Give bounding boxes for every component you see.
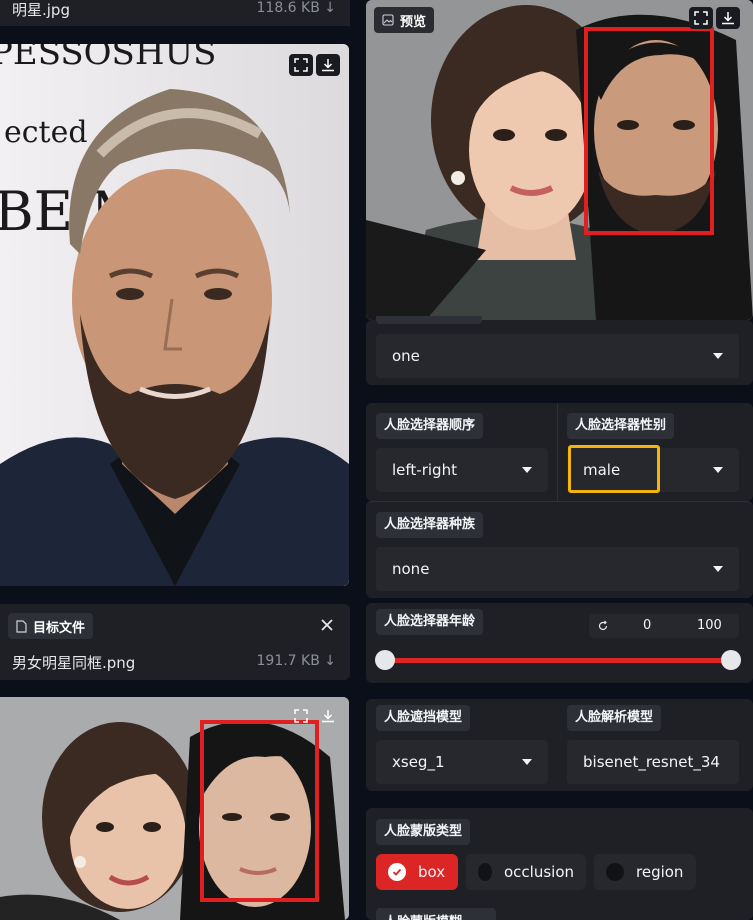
fullscreen-button[interactable]: [289, 54, 313, 76]
age-min-input[interactable]: 0: [643, 618, 651, 633]
face-selector-gender-label: 人脸选择器性别: [567, 413, 675, 439]
preview-panel: 预览: [366, 0, 753, 320]
next-section-label-text: 人脸蒙版模糊: [376, 908, 496, 920]
next-section-label: 人脸蒙版模糊: [376, 908, 496, 920]
target-file-name: 男女明星同框.png: [12, 654, 136, 672]
face-selector-order-dropdown[interactable]: left-right: [376, 448, 548, 492]
age-range-inputs: 0 100: [589, 614, 739, 638]
preview-fullscreen-button[interactable]: [689, 7, 713, 29]
backdrop-text-2: ected: [4, 115, 88, 150]
chevron-down-icon: [713, 353, 723, 359]
face-selector-order-label: 人脸选择器顺序: [376, 413, 484, 439]
fullscreen-icon: [694, 11, 708, 25]
image-icon: [382, 14, 394, 26]
age-slider-max-handle[interactable]: [721, 650, 741, 670]
preview-download-button[interactable]: [716, 7, 740, 29]
face-parser-model-label: 人脸解析模型: [567, 705, 662, 731]
mask-type-occlusion-checkbox[interactable]: occlusion: [466, 854, 586, 890]
mask-type-region-checkbox[interactable]: region: [594, 854, 696, 890]
checkbox-indicator: [388, 863, 406, 881]
face-selector-mode-panel: one: [366, 316, 753, 385]
face-models-panel: 人脸遮挡模型 xseg_1 人脸解析模型 bisenet_resnet_34: [366, 699, 753, 791]
download-button[interactable]: [316, 54, 340, 76]
fullscreen-icon: [294, 58, 308, 72]
face-selector-order-gender-panel: 人脸选择器顺序 left-right 人脸选择器性别 male: [366, 403, 753, 501]
target-file-label: 目标文件: [8, 613, 94, 639]
face-mask-types-label: 人脸蒙版类型: [376, 819, 471, 845]
face-selector-race-dropdown[interactable]: none: [376, 547, 739, 591]
file-icon: [16, 619, 27, 633]
age-slider-min-handle[interactable]: [375, 650, 395, 670]
face-occluder-model-value: xseg_1: [392, 753, 445, 771]
cut-label: [376, 316, 482, 324]
checkbox-indicator: [478, 863, 492, 881]
preview-label: 预览: [374, 7, 435, 33]
age-max-input[interactable]: 100: [697, 618, 722, 633]
face-occluder-model-dropdown[interactable]: xseg_1: [376, 740, 548, 784]
fullscreen-icon: [294, 709, 308, 723]
close-icon: [321, 619, 333, 631]
face-occluder-model-label: 人脸遮挡模型: [376, 705, 471, 731]
check-icon: [392, 868, 402, 876]
target-couple-illustration: [0, 697, 349, 920]
clear-target-button[interactable]: [318, 616, 336, 634]
face-parser-model-dropdown[interactable]: bisenet_resnet_34: [567, 740, 739, 784]
source-file-row: 明星.jpg 118.6 KB ↓: [0, 0, 350, 26]
gender-highlight-box: [568, 445, 660, 493]
mask-type-box-checkbox[interactable]: box: [376, 854, 458, 890]
face-selector-race-label: 人脸选择器种族: [376, 512, 484, 538]
face-selector-race-panel: 人脸选择器种族 none: [366, 501, 753, 598]
target-image: [0, 697, 349, 920]
chevron-down-icon: [522, 759, 532, 765]
preview-label-text: 预览: [400, 14, 427, 30]
mask-type-occlusion-label: occlusion: [503, 863, 574, 881]
face-selector-mode-value: one: [392, 347, 420, 365]
face-selector-order-value: left-right: [392, 461, 457, 479]
target-file-label-text: 目标文件: [33, 620, 86, 636]
chevron-down-icon: [713, 566, 723, 572]
download-icon: [722, 12, 734, 25]
source-portrait-illustration: PESSOSHUS ected BE M: [0, 44, 349, 586]
face-selector-mode-dropdown[interactable]: one: [376, 334, 739, 378]
backdrop-text-1: PESSOSHUS: [0, 44, 216, 73]
face-mask-types-panel: 人脸蒙版类型 box occlusion region 人脸蒙版模糊: [366, 808, 753, 920]
face-selector-age-panel: 人脸选择器年龄 0 100: [366, 603, 753, 683]
reset-icon[interactable]: [597, 620, 609, 632]
column-divider: [557, 403, 558, 501]
age-slider-track[interactable]: [385, 658, 730, 663]
chevron-down-icon: [713, 467, 723, 473]
chevron-down-icon: [522, 467, 532, 473]
checkbox-indicator: [606, 863, 624, 881]
mask-type-box-label: box: [418, 863, 446, 881]
target-download-button[interactable]: [316, 705, 340, 727]
preview-image: [366, 0, 753, 320]
target-fullscreen-button[interactable]: [289, 705, 313, 727]
face-parser-model-value: bisenet_resnet_34: [583, 753, 720, 771]
face-selector-age-label: 人脸选择器年龄: [376, 609, 484, 635]
face-selector-race-value: none: [392, 560, 430, 578]
download-icon: [322, 710, 334, 723]
source-file-name: 明星.jpg: [12, 1, 70, 19]
source-image: PESSOSHUS ected BE M: [0, 44, 349, 586]
target-file-panel: 目标文件 男女明星同框.png 191.7 KB ↓: [0, 604, 350, 680]
download-icon: [322, 59, 334, 72]
target-file-size[interactable]: 191.7 KB ↓: [257, 653, 337, 669]
mask-type-region-label: region: [636, 863, 684, 881]
source-file-size[interactable]: 118.6 KB ↓: [257, 0, 337, 16]
